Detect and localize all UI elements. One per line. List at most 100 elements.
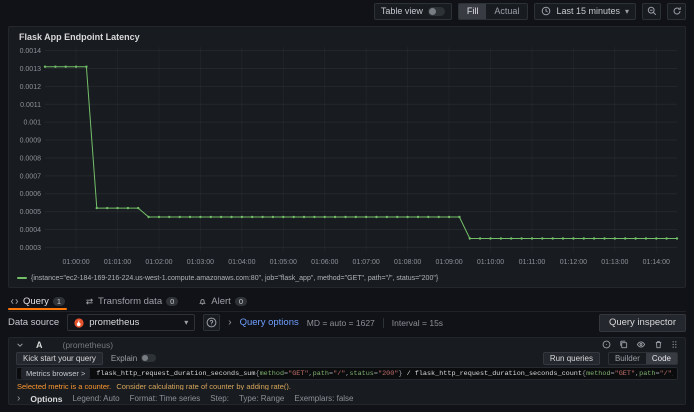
chart-area[interactable]: 0.0014 0.0013 0.0012 0.0011 0.001 0.0009 0.000… [11,43,685,269]
query-options-toggle[interactable]: Query options [240,317,299,328]
tab-alert-count: 0 [234,296,247,306]
data-point [551,237,554,240]
x-axis-label: 01:11:00 [519,259,546,266]
datasource-label: Data source [8,317,60,328]
zoom-out-button[interactable] [642,2,661,20]
data-point [634,237,637,240]
timeseries-panel[interactable]: Flask App Endpoint Latency 0.0014 0.0013 0… [8,26,686,288]
data-point [354,215,357,219]
code-token: flask_http_request_duration_seconds_sum [96,369,256,378]
tab-transform-label: Transform data [98,295,163,307]
drag-handle-icon[interactable] [671,340,678,349]
datasource-select[interactable]: prometheus ▾ [67,314,196,331]
x-axis-label: 01:08:00 [394,259,421,266]
run-queries-button[interactable]: Run queries [542,351,600,365]
code-token: flask_http_request_duration_seconds_coun… [414,369,582,378]
code-button[interactable]: Code [645,352,677,364]
explain-switch[interactable] [141,354,157,363]
promql-query-input[interactable]: flask_http_request_duration_seconds_sum{… [96,370,673,378]
code-token: / [402,369,415,378]
kick-start-query-button[interactable]: Kick start your query [16,351,103,365]
query-ref-id: A [36,339,43,350]
table-view-switch[interactable] [427,6,445,16]
x-axis-label: 01:07:00 [353,259,380,266]
query-row-header[interactable]: A (prometheus) [9,338,685,351]
query-icon [10,298,19,304]
refresh-button[interactable] [667,2,686,20]
y-axis-label: 0.0004 [20,227,42,234]
data-point [199,215,202,219]
help-circle-icon[interactable] [602,340,611,349]
query-datasource-hint: (prometheus) [62,339,114,350]
code-token: "/" [333,369,346,378]
data-point [416,215,420,219]
query-options-footer[interactable]: › Options Legend: Auto Format: Time seri… [9,390,685,404]
data-point [344,215,347,219]
promql-editor[interactable]: Metrics browser > flask_http_request_dur… [16,366,678,381]
eye-icon[interactable] [636,340,646,349]
y-axis-label: 0.0007 [20,173,42,180]
x-axis-label: 01:13:00 [601,259,628,266]
data-point [333,215,337,219]
data-point [251,215,254,219]
fill-button[interactable]: Fill [458,3,487,19]
data-point [178,215,181,219]
prometheus-icon [74,317,84,328]
data-point [427,215,430,219]
data-point [572,237,575,240]
data-point [116,206,119,210]
query-options-summary: MD = auto = 1627 [306,317,375,328]
data-point [282,215,285,219]
data-point [261,215,264,219]
data-point [530,237,534,240]
copy-icon[interactable] [619,340,628,349]
option-exemplars: Exemplars: false [294,394,354,403]
editor-tabs: Query 1 Transform data 0 Alert 0 [8,292,686,310]
table-view-toggle[interactable]: Table view [373,2,452,20]
chart-legend[interactable]: {instance="ec2-184-169-216-224.us-west-1… [17,273,681,283]
data-point [365,215,368,219]
code-token: , [672,370,673,378]
x-axis-label: 01:02:00 [145,259,172,266]
time-range-picker[interactable]: Last 15 minutes ▾ [534,2,636,20]
option-step: Step: [210,394,229,403]
data-point [406,215,409,219]
data-point [126,206,130,210]
data-point [582,237,585,240]
data-point [64,65,67,68]
x-axis-label: 01:14:00 [643,259,670,266]
chevron-right-icon[interactable]: › [17,393,20,404]
y-axis-label: 0.0008 [20,155,42,162]
warning-rate-link[interactable]: Consider calculating rate of counter by … [116,382,291,390]
code-token: method [259,369,285,378]
data-point [106,206,109,210]
data-point [489,237,492,240]
x-axis-label: 01:10:00 [477,259,504,266]
tab-query[interactable]: Query 1 [8,292,68,310]
tab-transform-data[interactable]: Transform data 0 [83,292,180,310]
data-point [240,215,244,219]
explain-toggle[interactable]: Explain [111,354,157,363]
query-inspector-button[interactable]: Query inspector [598,313,686,332]
y-axis-label: 0.0013 [20,66,42,73]
datasource-help-button[interactable] [203,314,221,331]
metrics-browser-toggle[interactable]: Metrics browser > [21,368,91,380]
code-token: "200" [377,369,399,378]
tab-alert-label: Alert [211,295,231,307]
tab-alert[interactable]: Alert 0 [196,292,249,310]
data-point [396,215,399,219]
chevron-down-icon[interactable] [16,341,24,349]
chevron-down-icon: ▾ [184,318,189,327]
query-toolbar: Kick start your query Explain Run querie… [9,351,685,366]
legend-series-label[interactable]: {instance="ec2-184-169-216-224.us-west-1… [31,275,438,282]
builder-button[interactable]: Builder [609,353,646,364]
trash-icon[interactable] [654,340,663,349]
chevron-right-icon[interactable]: › [228,317,231,328]
data-point [385,215,389,219]
data-point [510,237,513,240]
y-axis-label: 0.0006 [20,191,42,198]
y-axis-label: 0.0009 [20,138,42,145]
x-axis-label: 01:00:00 [62,259,89,266]
actual-button[interactable]: Actual [486,4,527,19]
help-circle-icon [206,317,217,328]
